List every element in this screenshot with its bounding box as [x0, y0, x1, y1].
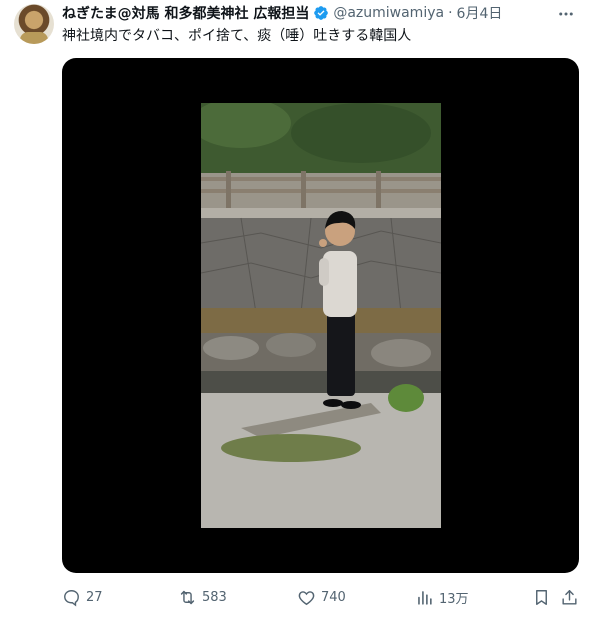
share-icon	[562, 589, 577, 605]
post-date[interactable]: 6月4日	[457, 3, 503, 23]
video-player[interactable]	[62, 58, 579, 573]
video-frame	[201, 103, 441, 528]
separator-dot: ·	[448, 5, 453, 21]
bookmark-button[interactable]	[532, 586, 556, 608]
user-handle[interactable]: @azumiwamiya	[333, 5, 444, 21]
bookmark-icon	[536, 589, 547, 605]
reply-count: 27	[86, 589, 103, 605]
reply-button[interactable]: 27	[62, 586, 103, 608]
tweet-text: 神社境内でタバコ、ポイ捨て、痰（唾）吐きする韓国人	[62, 28, 412, 44]
retweet-button[interactable]: 583	[178, 586, 227, 608]
more-icon[interactable]	[557, 5, 575, 23]
tweet-header: ねぎたま@対馬 和多都美神社 広報担当 @azumiwamiya · 6月4日	[62, 2, 575, 24]
share-button[interactable]	[560, 586, 584, 608]
reply-icon	[64, 589, 79, 607]
like-icon	[298, 590, 315, 605]
retweet-count: 583	[202, 589, 227, 605]
display-name[interactable]: ねぎたま@対馬 和多都美神社 広報担当	[62, 3, 309, 23]
views-button[interactable]: 13万	[415, 586, 469, 608]
action-bar: 27 583 740 13万	[62, 586, 577, 608]
avatar[interactable]	[14, 4, 54, 44]
views-icon	[418, 590, 432, 605]
views-count: 13万	[439, 591, 469, 607]
like-button[interactable]: 740	[297, 586, 346, 608]
like-count: 740	[321, 589, 346, 605]
verified-icon	[313, 5, 329, 21]
retweet-icon	[180, 590, 195, 604]
